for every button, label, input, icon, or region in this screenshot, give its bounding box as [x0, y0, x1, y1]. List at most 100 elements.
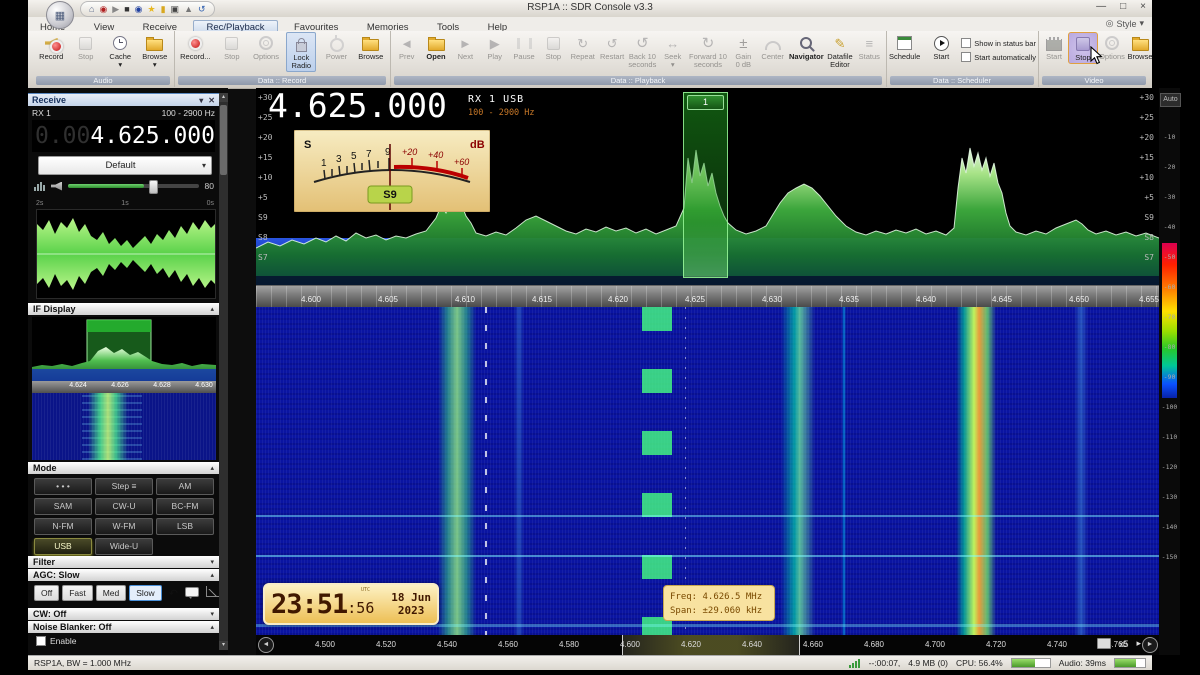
nav-highlight-region[interactable] [622, 635, 800, 655]
data-stop-button[interactable]: Stop [218, 32, 246, 62]
mode-wfm-button[interactable]: W-FM [95, 518, 153, 535]
data-record-button[interactable]: Record... [179, 32, 211, 62]
show-in-status-bar-checkbox[interactable]: Show in status bar [961, 38, 1036, 48]
minimize-button[interactable]: — [1096, 1, 1106, 12]
receive-panel-header[interactable]: Receive ▾ ✕ [28, 93, 219, 106]
mode-wideu-button[interactable]: Wide-U [95, 538, 153, 555]
volume-slider[interactable] [68, 180, 199, 194]
center-button[interactable]: Center [759, 32, 787, 62]
chevron-down-icon[interactable]: ▾ [210, 558, 214, 566]
profile-dropdown[interactable]: Default ▾ [38, 156, 212, 175]
chevron-up-icon[interactable]: ▴ [210, 571, 214, 579]
zoom-level[interactable]: x5 [1119, 639, 1129, 649]
playback-play-button[interactable]: ▶ Play [481, 32, 509, 62]
cw-header[interactable]: CW: Off ▾ [28, 608, 219, 620]
equalizer-icon[interactable] [34, 181, 45, 191]
if-waterfall[interactable] [32, 393, 216, 460]
start-automatically-checkbox[interactable]: Start automatically [961, 52, 1036, 62]
audio-record-button[interactable]: Record [37, 32, 65, 62]
agc-graph-icon[interactable] [205, 586, 219, 600]
auto-range-button[interactable]: Auto [1160, 93, 1181, 107]
style-menu[interactable]: ◎ Style ▾ [1106, 18, 1144, 29]
audio-cache-button[interactable]: Cache ▾ [106, 32, 134, 70]
undo-arrow-icon[interactable]: ↶ [169, 587, 178, 600]
camera-icon[interactable]: ▣ [171, 4, 180, 14]
playback-open-button[interactable]: Open [422, 32, 450, 62]
mode-nfm-button[interactable]: N-FM [34, 518, 92, 535]
agc-off-button[interactable]: Off [34, 585, 60, 601]
close-button[interactable]: × [1140, 1, 1146, 12]
target-icon[interactable]: ◉ [99, 4, 107, 14]
chevron-up-icon[interactable]: ▴ [210, 305, 214, 313]
panel-scrollbar[interactable]: ▴ ▾ [219, 93, 228, 650]
close-icon[interactable]: ✕ [208, 96, 215, 105]
scheduler-start-button[interactable]: Start [927, 32, 955, 62]
audio-stop-button[interactable]: Stop [72, 32, 100, 62]
chevron-up-icon[interactable]: ▴ [210, 464, 214, 472]
main-frequency-readout[interactable]: 4.625.000 [268, 88, 447, 125]
schedule-button[interactable]: Schedule [888, 32, 921, 62]
playback-next-button[interactable]: ► Next [451, 32, 479, 62]
back-10-seconds-button[interactable]: ↺ Back 10 seconds [627, 32, 657, 70]
rx-marker-badge[interactable]: 1 [687, 95, 724, 110]
agc-header[interactable]: AGC: Slow ▴ [28, 569, 219, 581]
lock-icon[interactable]: ▮ [161, 4, 166, 14]
frequency-readout[interactable]: 0.004.625.000 [32, 120, 215, 152]
playback-stop-button[interactable]: Stop [539, 32, 567, 62]
agc-fast-button[interactable]: Fast [62, 585, 93, 601]
mode-cwu-button[interactable]: CW-U [95, 498, 153, 515]
video-start-button[interactable]: Start [1040, 32, 1068, 62]
monitor-icon[interactable] [1096, 638, 1111, 649]
speaker-icon[interactable] [51, 181, 62, 191]
comment-bubble-icon[interactable] [184, 586, 199, 600]
status-button[interactable]: ≡ Status [855, 32, 883, 62]
nav-right-button[interactable]: ► [1142, 637, 1158, 653]
expand-right-icon[interactable]: ▸ [1136, 638, 1141, 649]
stop-icon[interactable]: ■ [124, 4, 129, 14]
forward-10-seconds-button[interactable]: ↻ Forward 10 seconds [688, 32, 728, 70]
mode-more-button[interactable]: • • • [34, 478, 92, 495]
filter-header[interactable]: Filter ▾ [28, 556, 219, 568]
scroll-down-icon[interactable]: ▾ [219, 641, 228, 650]
power-button[interactable]: Power [323, 32, 351, 62]
agc-med-button[interactable]: Med [95, 585, 127, 601]
mode-step-button[interactable]: Step ≡ [95, 478, 153, 495]
lock-radio-button[interactable]: Lock Radio [286, 32, 317, 72]
seek-button[interactable]: ↔ Seek ▾ [659, 32, 687, 70]
undo-icon[interactable]: ↺ [198, 4, 206, 14]
favourite-star-icon[interactable]: ★ [148, 4, 156, 14]
home-icon[interactable]: ⌂ [89, 4, 94, 14]
if-display-header[interactable]: IF Display ▴ [28, 303, 219, 315]
mode-lsb-button[interactable]: LSB [156, 518, 214, 535]
playback-pause-button[interactable]: Pause [510, 32, 538, 62]
mode-usb-button[interactable]: USB [34, 538, 92, 555]
play-icon[interactable]: ▶ [112, 4, 119, 14]
playback-restart-button[interactable]: ↺ Restart [598, 32, 626, 62]
audio-scope[interactable] [36, 209, 216, 299]
if-spectrum[interactable] [32, 317, 216, 381]
playback-repeat-button[interactable]: ↻ Repeat [569, 32, 597, 62]
playback-prev-button[interactable]: ◄ Prev [393, 32, 421, 62]
band-navigation-bar[interactable]: ◄ 4.500 4.520 4.540 4.560 4.580 4.600 4.… [256, 635, 1159, 655]
tuning-band[interactable]: 1 [683, 92, 728, 278]
datafile-editor-button[interactable]: ✎ Datafile Editor [826, 32, 854, 70]
antenna-icon[interactable]: ▲ [184, 4, 193, 14]
mode-bcfm-button[interactable]: BC-FM [156, 498, 214, 515]
chevron-down-icon[interactable]: ▾ [210, 610, 214, 618]
video-browse-button[interactable]: Browse [1126, 32, 1154, 62]
volume-slider-knob[interactable] [148, 180, 158, 194]
record-icon[interactable]: ◉ [135, 4, 143, 14]
mode-sam-button[interactable]: SAM [34, 498, 92, 515]
navigator-button[interactable]: Navigator [788, 32, 825, 62]
noise-blanker-enable-checkbox[interactable]: Enable [36, 636, 76, 646]
waterfall-display[interactable]: 23:51 :56 UTC 18 Jun 2023 Freq: 4.626.5 M… [256, 307, 1159, 635]
gain-button[interactable]: ± Gain 0 dB [729, 32, 757, 70]
scrollbar-thumb[interactable] [220, 105, 227, 175]
mode-am-button[interactable]: AM [156, 478, 214, 495]
mode-header[interactable]: Mode ▴ [28, 462, 219, 474]
data-browse-button[interactable]: Browse [357, 32, 385, 62]
scroll-up-icon[interactable]: ▴ [219, 93, 228, 102]
nav-left-button[interactable]: ◄ [258, 637, 274, 653]
noise-blanker-header[interactable]: Noise Blanker: Off ▴ [28, 621, 219, 633]
chevron-down-icon[interactable]: ▾ [199, 96, 203, 105]
